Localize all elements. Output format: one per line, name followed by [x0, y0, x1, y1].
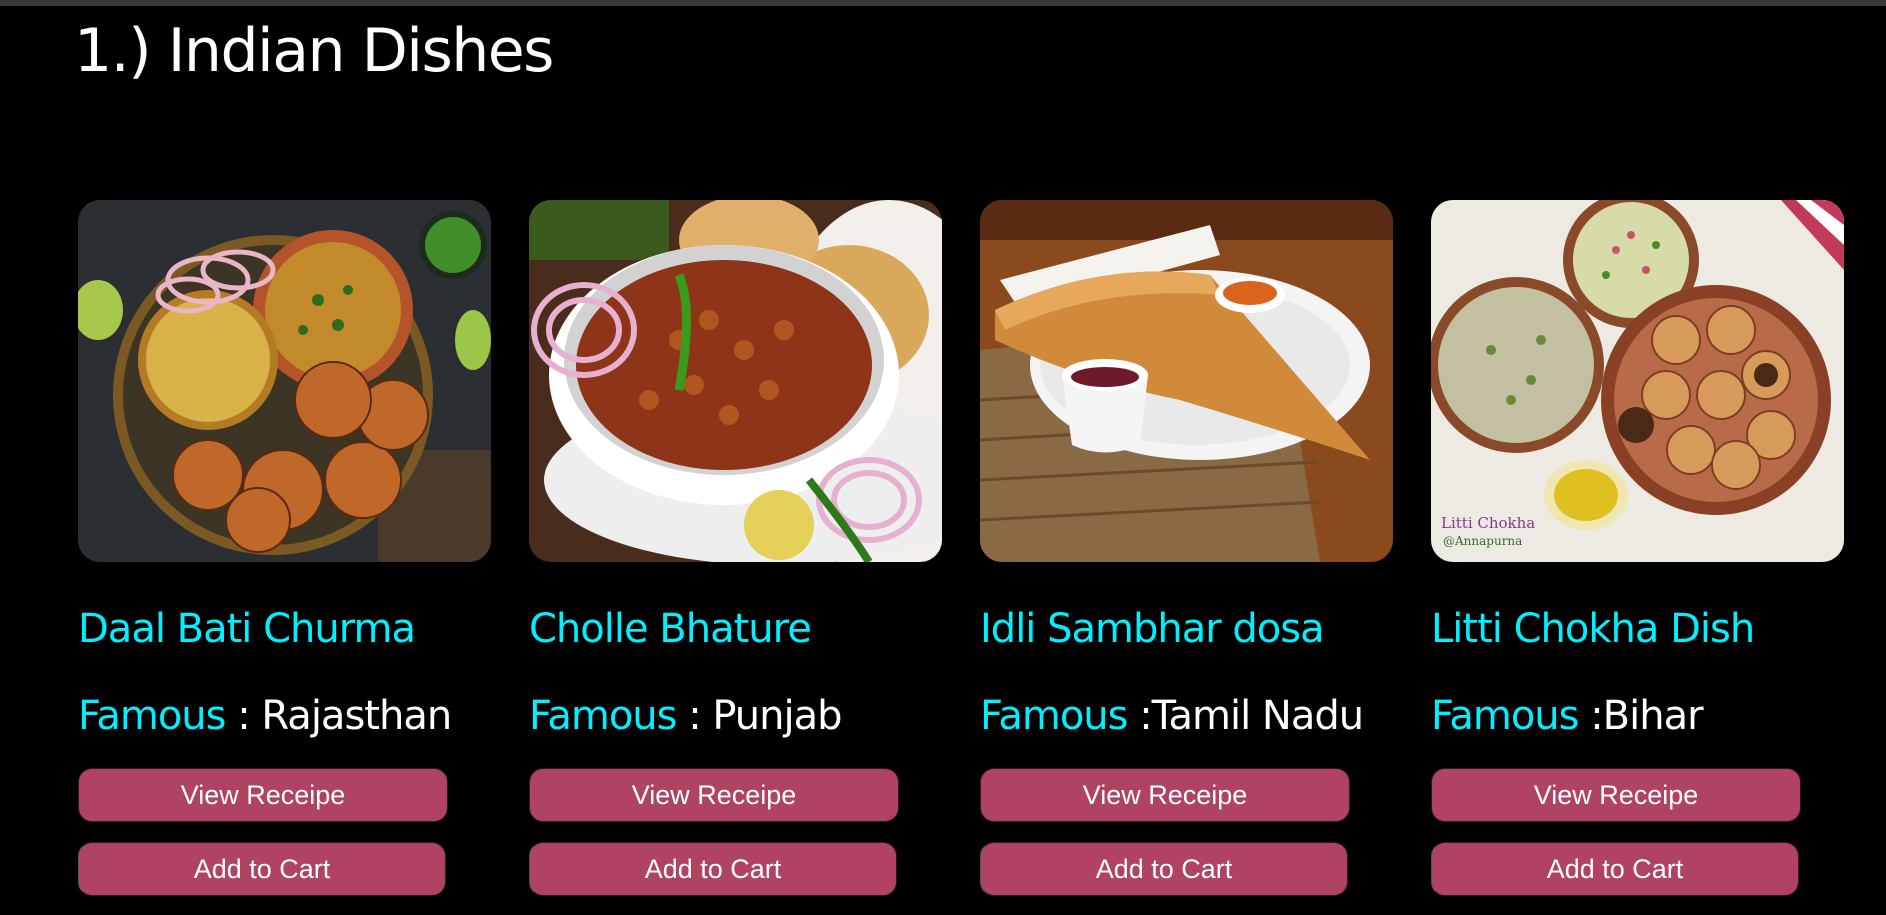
- section-title: 1.) Indian Dishes: [74, 16, 554, 86]
- add-to-cart-button[interactable]: Add to Cart: [78, 842, 446, 896]
- dish-photo-daal-bati-churma: [78, 200, 491, 562]
- famous-line: Famous : Punjab: [529, 691, 942, 741]
- dish-card-cholle-bhature: Cholle Bhature Famous : Punjab View Rece…: [529, 200, 942, 896]
- dish-name: Cholle Bhature: [529, 606, 812, 652]
- dish-card-daal-bati-churma: Daal Bati Churma Famous : Rajasthan View…: [78, 200, 491, 896]
- view-recipe-button[interactable]: View Receipe: [529, 768, 899, 822]
- famous-label: Famous: [78, 693, 226, 739]
- add-to-cart-button[interactable]: Add to Cart: [1431, 842, 1799, 896]
- famous-region: :Bihar: [1578, 693, 1703, 739]
- view-recipe-button[interactable]: View Receipe: [1431, 768, 1801, 822]
- famous-line: Famous :Bihar: [1431, 691, 1844, 741]
- dish-name: Litti Chokha Dish: [1431, 606, 1755, 652]
- famous-label: Famous: [980, 693, 1128, 739]
- add-to-cart-button[interactable]: Add to Cart: [980, 842, 1348, 896]
- famous-label: Famous: [1431, 693, 1579, 739]
- dish-photo-litti-chokha: Litti Chokha @Annapurna: [1431, 200, 1844, 562]
- famous-line: Famous :Tamil Nadu: [980, 691, 1393, 741]
- dish-cards: Daal Bati Churma Famous : Rajasthan View…: [78, 200, 1844, 896]
- litti-chokha-watermark-caption: Litti Chokha: [1441, 514, 1535, 532]
- famous-region: : Rajasthan: [225, 693, 452, 739]
- view-recipe-button[interactable]: View Receipe: [78, 768, 448, 822]
- dish-photo-cholle-bhature: [529, 200, 942, 562]
- famous-region: : Punjab: [676, 693, 842, 739]
- add-to-cart-button[interactable]: Add to Cart: [529, 842, 897, 896]
- famous-label: Famous: [529, 693, 677, 739]
- dish-photo-idli-sambhar-dosa: [980, 200, 1393, 562]
- famous-line: Famous : Rajasthan: [78, 691, 491, 741]
- dish-card-litti-chokha: Litti Chokha @Annapurna Litti Chokha Dis…: [1431, 200, 1844, 896]
- dish-card-idli-sambhar-dosa: Idli Sambhar dosa Famous :Tamil Nadu Vie…: [980, 200, 1393, 896]
- view-recipe-button[interactable]: View Receipe: [980, 768, 1350, 822]
- litti-chokha-watermark-credit: @Annapurna: [1443, 534, 1522, 548]
- dish-name: Daal Bati Churma: [78, 606, 416, 652]
- famous-region: :Tamil Nadu: [1127, 693, 1364, 739]
- dish-name: Idli Sambhar dosa: [980, 606, 1325, 652]
- browser-top-edge: [0, 0, 1886, 6]
